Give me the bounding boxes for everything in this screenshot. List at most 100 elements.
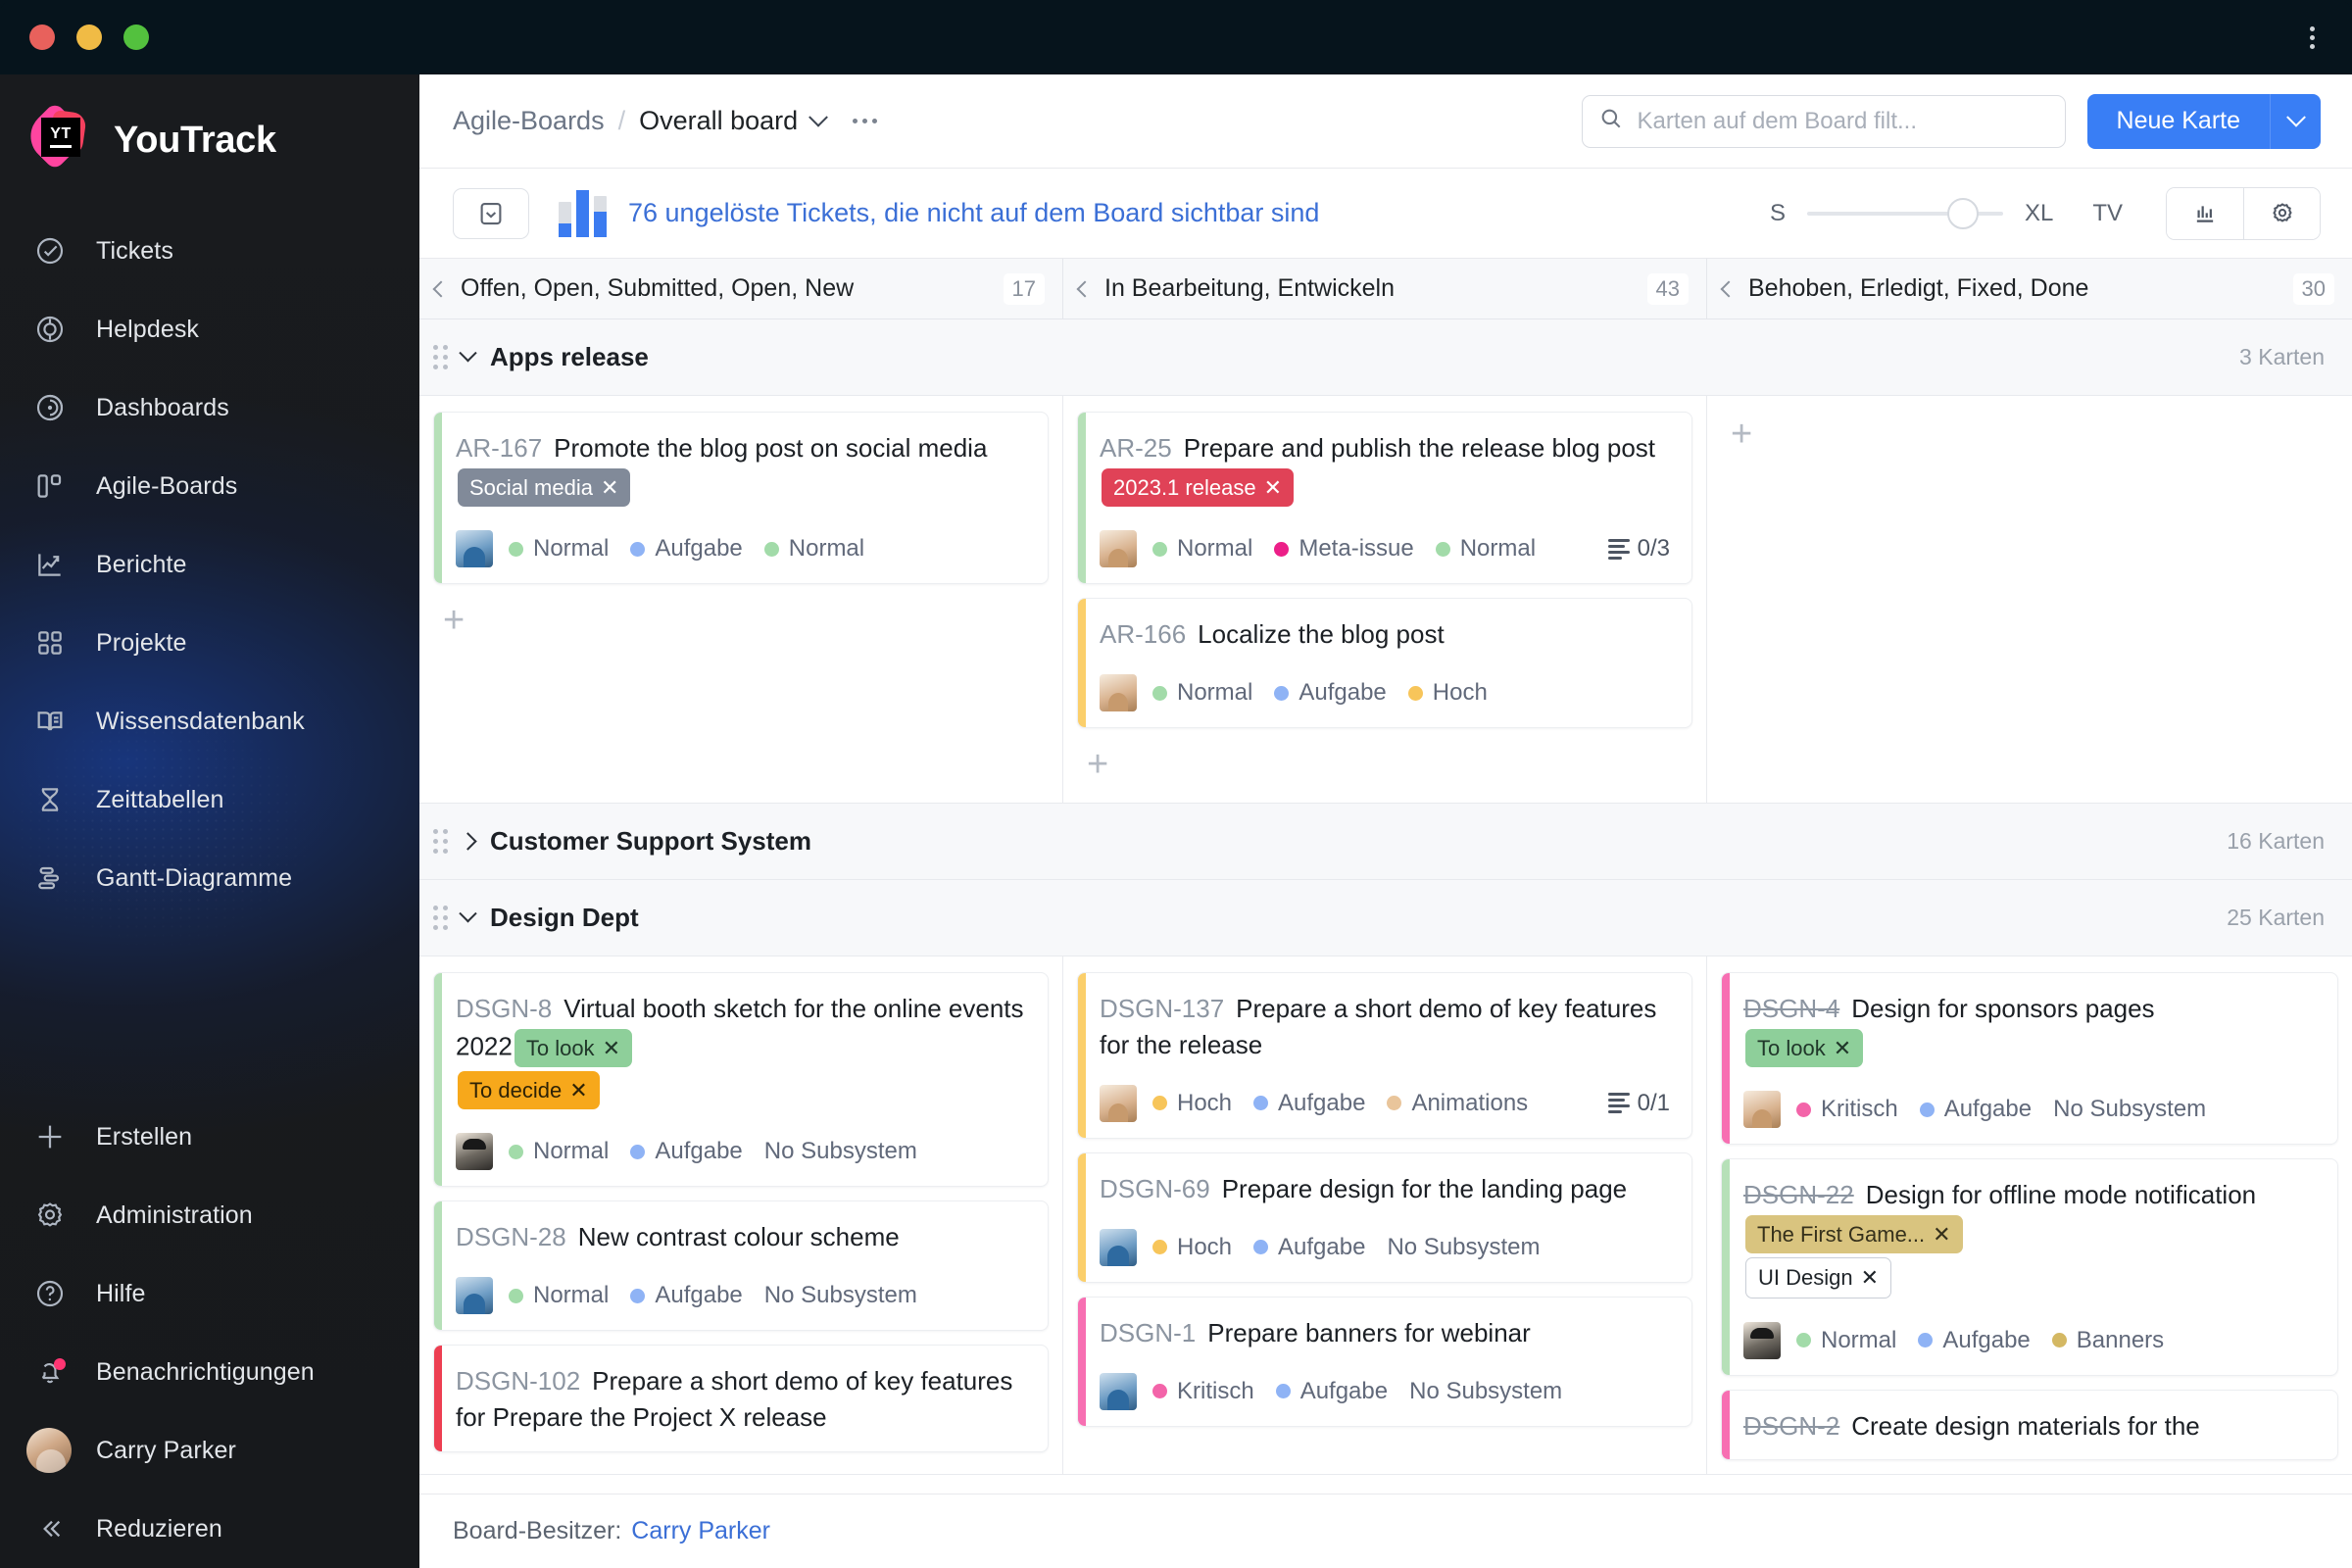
- card-field: Normal: [1152, 535, 1252, 563]
- sidebar-item-benachrichtigungen[interactable]: Benachrichtigungen: [0, 1333, 419, 1411]
- sidebar-item-wissensdatenbank[interactable]: Wissensdatenbank: [0, 682, 419, 760]
- add-card-button[interactable]: +: [1077, 742, 1118, 803]
- close-window-button[interactable]: [29, 24, 55, 50]
- minimize-window-button[interactable]: [76, 24, 102, 50]
- remove-tag-icon[interactable]: ✕: [603, 1036, 620, 1060]
- board-footer: Board-Besitzer: Carry Parker: [419, 1494, 2352, 1568]
- swimlane-cell: DSGN-8 Virtual booth sketch for the onlin…: [419, 956, 1063, 1475]
- new-card-dropdown-button[interactable]: [2270, 93, 2321, 149]
- remove-tag-icon[interactable]: ✕: [1834, 1036, 1851, 1060]
- drag-handle-icon[interactable]: [433, 829, 448, 855]
- title-bar: [0, 0, 2352, 74]
- card-id[interactable]: DSGN-1: [1100, 1318, 1196, 1348]
- card-id[interactable]: DSGN-28: [456, 1222, 566, 1251]
- sidebar-item-gantt-diagramme[interactable]: Gantt-Diagramme: [0, 839, 419, 917]
- card-tag[interactable]: UI Design ✕: [1745, 1257, 1892, 1298]
- sidebar-item-user-profile[interactable]: Carry Parker: [0, 1411, 419, 1490]
- card-id[interactable]: DSGN-8: [456, 994, 552, 1023]
- card-id[interactable]: DSGN-137: [1100, 994, 1224, 1023]
- card-title: DSGN-102 Prepare a short demo of key feat…: [456, 1363, 1026, 1436]
- card-tag[interactable]: To look ✕: [514, 1028, 632, 1068]
- board-card[interactable]: AR-166 Localize the blog post Normal Aufgab…: [1077, 598, 1692, 729]
- card-size-slider[interactable]: [1806, 197, 2003, 229]
- breadcrumb-agile-boards[interactable]: Agile-Boards: [453, 106, 605, 136]
- collapse-column-icon[interactable]: [1720, 280, 1738, 297]
- collapse-column-icon[interactable]: [1076, 280, 1094, 297]
- board-card[interactable]: DSGN-22 Design for offline mode notificat…: [1721, 1158, 2338, 1376]
- sidebar-item-dashboards[interactable]: Dashboards: [0, 368, 419, 447]
- board-card[interactable]: DSGN-137 Prepare a short demo of key feat…: [1077, 972, 1692, 1139]
- card-field: Aufgabe: [1253, 1234, 1365, 1261]
- field-color-dot: [1919, 1102, 1935, 1117]
- board-card[interactable]: DSGN-4 Design for sponsors pages To look ✕ K…: [1721, 972, 2338, 1146]
- drag-handle-icon[interactable]: [433, 906, 448, 931]
- chevron-down-icon[interactable]: [459, 905, 477, 923]
- chevron-right-icon[interactable]: [459, 832, 477, 851]
- card-tag[interactable]: 2023.1 release ✕: [1102, 467, 1294, 508]
- remove-tag-icon[interactable]: ✕: [1264, 475, 1282, 500]
- card-field: No Subsystem: [2053, 1096, 2207, 1123]
- slider-knob[interactable]: [1946, 197, 1979, 229]
- remove-tag-icon[interactable]: ✕: [601, 475, 618, 500]
- card-id[interactable]: DSGN-2: [1743, 1411, 1839, 1441]
- board-settings-gear-icon[interactable]: [2243, 187, 2320, 239]
- card-id[interactable]: DSGN-4: [1743, 994, 1839, 1023]
- kebab-menu-icon[interactable]: [2310, 25, 2323, 49]
- unresolved-tickets-link[interactable]: 76 ungelöste Tickets, die nicht auf dem …: [628, 198, 1319, 228]
- sidebar-item-projekte[interactable]: Projekte: [0, 604, 419, 682]
- remove-tag-icon[interactable]: ✕: [1933, 1222, 1950, 1247]
- sidebar-item-administration[interactable]: Administration: [0, 1176, 419, 1254]
- chevron-down-icon[interactable]: [808, 107, 829, 127]
- inbox-icon[interactable]: [453, 187, 529, 239]
- board-card[interactable]: DSGN-1 Prepare banners for webinar Kritisc…: [1077, 1296, 1692, 1427]
- bar-chart-icon[interactable]: [559, 189, 607, 237]
- collapse-column-icon[interactable]: [432, 280, 450, 297]
- card-id[interactable]: DSGN-22: [1743, 1180, 1854, 1209]
- card-id[interactable]: AR-166: [1100, 619, 1186, 649]
- board-options-icon[interactable]: [853, 119, 878, 123]
- sidebar-item-tickets[interactable]: Tickets: [0, 212, 419, 290]
- card-tag[interactable]: To decide ✕: [458, 1071, 600, 1110]
- drag-handle-icon[interactable]: [433, 345, 448, 369]
- sidebar-item-helpdesk[interactable]: Helpdesk: [0, 290, 419, 368]
- maximize-window-button[interactable]: [123, 24, 149, 50]
- field-label: Normal: [533, 535, 610, 563]
- card-id[interactable]: DSGN-69: [1100, 1174, 1210, 1203]
- chevron-double-left-icon: [29, 1513, 71, 1544]
- new-card-button[interactable]: Neue Karte: [2086, 93, 2270, 149]
- add-card-button[interactable]: +: [1721, 412, 1762, 472]
- search-field[interactable]: [1581, 94, 2066, 148]
- card-id[interactable]: AR-167: [456, 433, 542, 463]
- tv-mode-button[interactable]: TV: [2092, 200, 2123, 227]
- board-card[interactable]: DSGN-102 Prepare a short demo of key feat…: [433, 1345, 1049, 1453]
- remove-tag-icon[interactable]: ✕: [1861, 1265, 1879, 1290]
- board-card[interactable]: DSGN-2 Create design materials for the: [1721, 1389, 2338, 1461]
- sidebar-item-erstellen[interactable]: Erstellen: [0, 1098, 419, 1176]
- search-input[interactable]: [1637, 107, 2049, 135]
- remove-tag-icon[interactable]: ✕: [569, 1078, 587, 1102]
- sidebar-item-berichte[interactable]: Berichte: [0, 525, 419, 604]
- field-label: Aufgabe: [1299, 1377, 1389, 1404]
- board-card[interactable]: AR-25 Prepare and publish the release blo…: [1077, 412, 1692, 585]
- board-card[interactable]: DSGN-28 New contrast colour scheme Normal A…: [433, 1200, 1049, 1332]
- board-owner-link[interactable]: Carry Parker: [631, 1517, 770, 1545]
- sidebar-collapse-button[interactable]: Reduzieren: [0, 1490, 419, 1568]
- app-logo[interactable]: YT YouTrack: [0, 86, 419, 212]
- chevron-down-icon[interactable]: [459, 344, 477, 363]
- board-card[interactable]: DSGN-69 Prepare design for the landing pa…: [1077, 1152, 1692, 1283]
- breadcrumb-current-board[interactable]: Overall board: [639, 106, 798, 136]
- column-chart-icon[interactable]: [2167, 187, 2243, 239]
- board-card[interactable]: AR-167 Promote the blog post on social me…: [433, 412, 1049, 585]
- card-tag[interactable]: To look ✕: [1745, 1028, 1864, 1068]
- card-title: DSGN-28 New contrast colour scheme: [456, 1219, 1026, 1255]
- card-tag[interactable]: Social media ✕: [458, 467, 631, 508]
- board-card[interactable]: DSGN-8 Virtual booth sketch for the onlin…: [433, 972, 1049, 1188]
- sidebar-item-zeittabellen[interactable]: Zeittabellen: [0, 760, 419, 839]
- sidebar-item-agile-boards[interactable]: Agile-Boards: [0, 447, 419, 525]
- card-summary: Localize the blog post: [1198, 619, 1445, 650]
- sidebar-item-hilfe[interactable]: Hilfe: [0, 1254, 419, 1333]
- card-id[interactable]: DSGN-102: [456, 1366, 580, 1396]
- card-tag[interactable]: The First Game... ✕: [1745, 1215, 1963, 1254]
- card-id[interactable]: AR-25: [1100, 433, 1172, 463]
- add-card-button[interactable]: +: [433, 598, 474, 659]
